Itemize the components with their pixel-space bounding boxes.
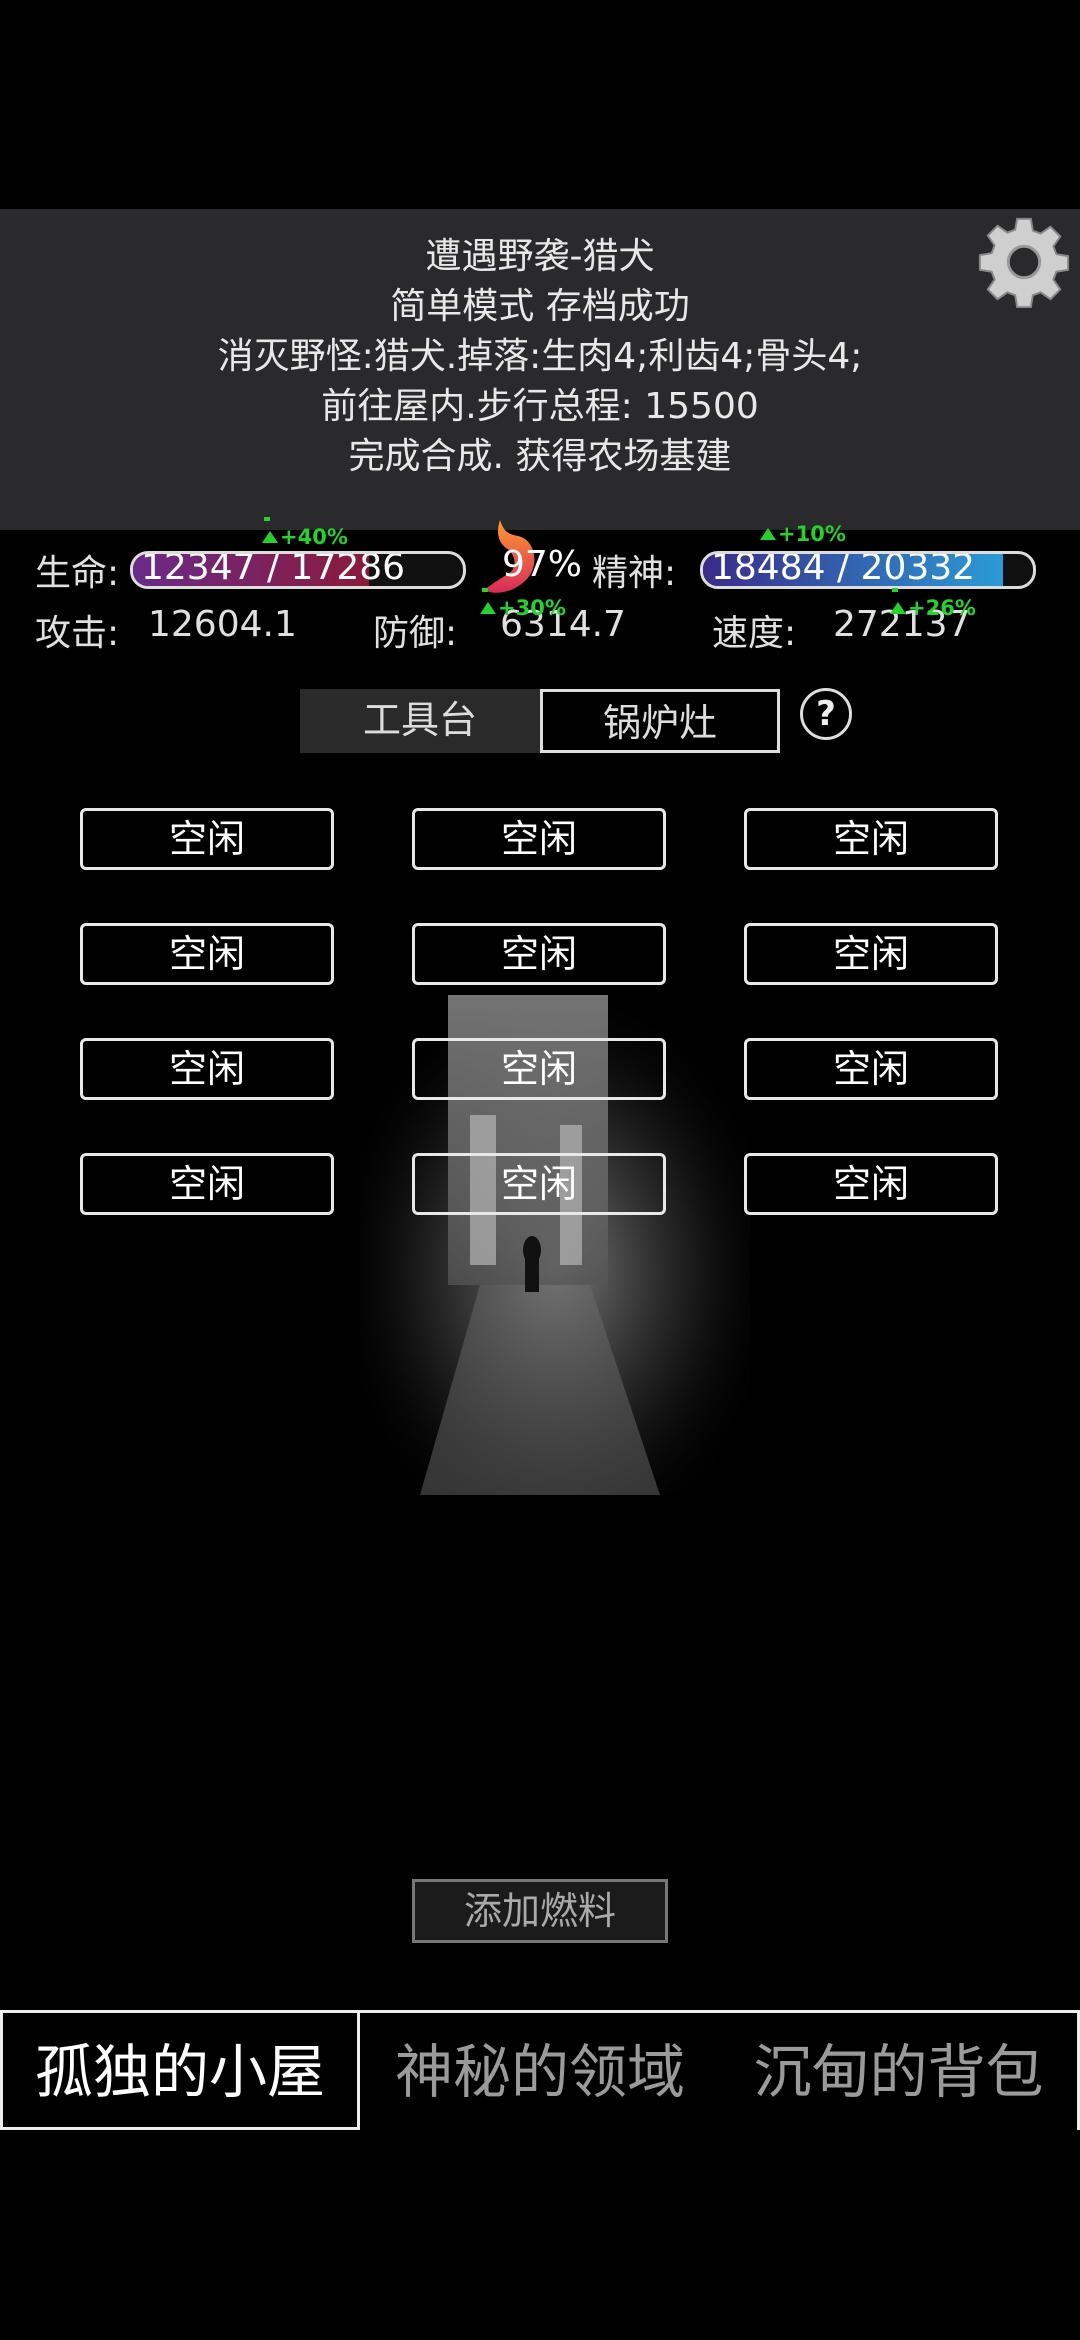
defense-label: 防御: [373, 613, 458, 654]
slot-button[interactable]: 空闲 [412, 1153, 666, 1215]
spirit-buff: +10% [760, 522, 846, 546]
slot-button[interactable]: 空闲 [412, 808, 666, 870]
slot-button[interactable]: 空闲 [744, 923, 998, 985]
speed-label: 速度: [712, 613, 797, 654]
log-line: 前往屋内.步行总程: 15500 [321, 386, 759, 427]
spirit-value: 18484 / 20332 [711, 551, 976, 588]
slot-button[interactable]: 空闲 [80, 1153, 334, 1215]
nav-tab-realm[interactable]: 神秘的领域 [360, 2010, 720, 2130]
log-line: 完成合成. 获得农场基建 [348, 436, 732, 477]
defense-buff: +30% [480, 588, 566, 620]
spirit-label: 精神: [592, 553, 677, 594]
nav-tab-cabin[interactable]: 孤独的小屋 [0, 2010, 360, 2130]
slot-button[interactable]: 空闲 [412, 1038, 666, 1100]
help-icon[interactable]: ? [800, 688, 852, 740]
slot-button[interactable]: 空闲 [80, 808, 334, 870]
spirit-bar: 18484 / 20332 [700, 551, 1036, 589]
slot-button[interactable]: 空闲 [412, 923, 666, 985]
hp-value: 12347 / 17286 [141, 551, 406, 588]
nav-tab-bag[interactable]: 沉甸的背包 [720, 2010, 1080, 2130]
log-line: 消灭野怪:猎犬.掉落:生肉4;利齿4;骨头4; [217, 336, 863, 377]
attack-value: 12604.1 [148, 604, 297, 645]
hp-bar: 12347 / 17286 [130, 551, 466, 589]
hunger-percent: 97% [502, 544, 583, 585]
log-lines: 遭遇野袭-猎犬 简单模式 存档成功 消灭野怪:猎犬.掉落:生肉4;利齿4;骨头4… [0, 232, 1080, 482]
slot-button[interactable]: 空闲 [744, 808, 998, 870]
slot-button[interactable]: 空闲 [744, 1038, 998, 1100]
tab-stove[interactable]: 锅炉灶 [540, 689, 780, 753]
tab-workbench[interactable]: 工具台 [300, 689, 540, 753]
hp-label: 生命: [35, 553, 120, 594]
slot-button[interactable]: 空闲 [80, 1038, 334, 1100]
add-fuel-button[interactable]: 添加燃料 [412, 1879, 668, 1943]
slot-button[interactable]: 空闲 [80, 923, 334, 985]
speed-buff: +26% [890, 588, 976, 620]
log-line: 遭遇野袭-猎犬 [425, 236, 655, 277]
attack-label: 攻击: [35, 613, 120, 654]
log-line: 简单模式 存档成功 [390, 286, 690, 327]
slot-button[interactable]: 空闲 [744, 1153, 998, 1215]
hp-buff: +40% [262, 517, 348, 549]
